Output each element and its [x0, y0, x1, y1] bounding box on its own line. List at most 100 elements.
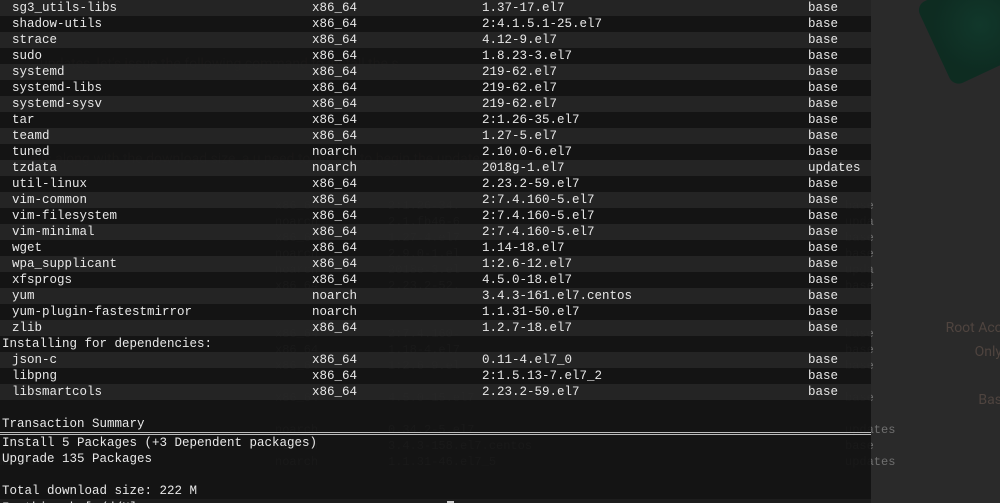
terminal-window: sg3_utils-libsx86_641.37-17.el7base65 k …: [0, 0, 871, 503]
pkg-name: xfsprogs: [2, 272, 312, 288]
package-row: vim-minimalx86_642:7.4.160-5.el7base437 …: [0, 224, 871, 240]
bg-side-2: Only: [975, 344, 1000, 360]
pkg-arch: noarch: [312, 288, 482, 304]
pkg-arch: x86_64: [312, 272, 482, 288]
blank-line: [0, 400, 871, 416]
pkg-version: 1.1.31-50.el7: [482, 304, 808, 320]
pkg-arch: x86_64: [312, 0, 482, 16]
pkg-name: vim-filesystem: [2, 208, 312, 224]
bg-side-3: Bas: [978, 392, 1000, 408]
pkg-arch: x86_64: [312, 240, 482, 256]
pkg-name: yum-plugin-fastestmirror: [2, 304, 312, 320]
pkg-version: 219-62.el7: [482, 96, 808, 112]
package-row: stracex86_644.12-9.el7base459 k: [0, 32, 871, 48]
background-badge: [920, 0, 1000, 80]
pkg-name: util-linux: [2, 176, 312, 192]
pkg-repo: base: [808, 112, 871, 128]
pkg-repo: base: [808, 288, 871, 304]
pkg-arch: x86_64: [312, 384, 482, 400]
pkg-repo: base: [808, 128, 871, 144]
pkg-arch: x86_64: [312, 96, 482, 112]
pkg-arch: x86_64: [312, 112, 482, 128]
package-row: systemdx86_64219-62.el7base5.1 M: [0, 64, 871, 80]
pkg-name: teamd: [2, 128, 312, 144]
summary-install: Install 5 Packages (+3 Dependent package…: [0, 435, 871, 451]
pkg-version: 2:1.5.13-7.el7_2: [482, 368, 808, 384]
pkg-name: shadow-utils: [2, 16, 312, 32]
package-row: teamdx86_641.27-5.el7base112 k: [0, 128, 871, 144]
pkg-name: tar: [2, 112, 312, 128]
confirm-prompt[interactable]: Is this ok [y/d/N]:: [0, 499, 871, 503]
pkg-arch: noarch: [312, 160, 482, 176]
pkg-arch: x86_64: [312, 320, 482, 336]
pkg-repo: base: [808, 368, 871, 384]
pkg-arch: x86_64: [312, 32, 482, 48]
pkg-version: 2:1.26-35.el7: [482, 112, 808, 128]
package-row: json-cx86_640.11-4.el7_0base31 k: [0, 352, 871, 368]
package-row: systemd-libsx86_64219-62.el7base405 k: [0, 80, 871, 96]
pkg-version: 2:4.1.5.1-25.el7: [482, 16, 808, 32]
package-row: yumnoarch3.4.3-161.el7.centosbase1.2 M: [0, 288, 871, 304]
pkg-name: systemd-libs: [2, 80, 312, 96]
pkg-version: 0.11-4.el7_0: [482, 352, 808, 368]
pkg-version: 2:7.4.160-5.el7: [482, 208, 808, 224]
pkg-name: wget: [2, 240, 312, 256]
pkg-repo: updates: [808, 160, 871, 176]
dep-header: Installing for dependencies:: [0, 336, 871, 352]
pkg-name: sudo: [2, 48, 312, 64]
pkg-version: 1.14-18.el7: [482, 240, 808, 256]
pkg-version: 2.23.2-59.el7: [482, 176, 808, 192]
pkg-version: 1.2.7-18.el7: [482, 320, 808, 336]
pkg-version: 2.10.0-6.el7: [482, 144, 808, 160]
blank-line-2: [0, 467, 871, 483]
package-row: tarx86_642:1.26-35.el7base846 k: [0, 112, 871, 128]
pkg-arch: x86_64: [312, 208, 482, 224]
package-row: util-linuxx86_642.23.2-59.el7base2.0 M: [0, 176, 871, 192]
pkg-repo: base: [808, 48, 871, 64]
pkg-repo: base: [808, 304, 871, 320]
pkg-version: 3.4.3-161.el7.centos: [482, 288, 808, 304]
transaction-summary-title: Transaction Summary: [0, 416, 871, 432]
pkg-arch: x86_64: [312, 352, 482, 368]
pkg-repo: base: [808, 320, 871, 336]
pkg-name: zlib: [2, 320, 312, 336]
pkg-name: wpa_supplicant: [2, 256, 312, 272]
pkg-repo: base: [808, 144, 871, 160]
pkg-repo: base: [808, 16, 871, 32]
pkg-name: libsmartcols: [2, 384, 312, 400]
bg-side-1: Root Acc: [946, 320, 1000, 336]
package-row: zlibx86_641.2.7-18.el7base90 k: [0, 320, 871, 336]
pkg-name: vim-minimal: [2, 224, 312, 240]
package-row: libsmartcolsx86_642.23.2-59.el7base140 k: [0, 384, 871, 400]
package-row: systemd-sysvx86_64219-62.el7base83 k: [0, 96, 871, 112]
pkg-name: systemd-sysv: [2, 96, 312, 112]
pkg-version: 1.27-5.el7: [482, 128, 808, 144]
pkg-arch: x86_64: [312, 128, 482, 144]
pkg-name: tuned: [2, 144, 312, 160]
pkg-arch: x86_64: [312, 256, 482, 272]
package-row: libpngx86_642:1.5.13-7.el7_2base213 k: [0, 368, 871, 384]
pkg-arch: x86_64: [312, 16, 482, 32]
pkg-repo: base: [808, 240, 871, 256]
pkg-repo: base: [808, 80, 871, 96]
package-row: vim-filesystemx86_642:7.4.160-5.el7base1…: [0, 208, 871, 224]
package-row: vim-commonx86_642:7.4.160-5.el7base5.9 M: [0, 192, 871, 208]
pkg-arch: x86_64: [312, 368, 482, 384]
pkg-repo: base: [808, 256, 871, 272]
pkg-repo: base: [808, 0, 871, 16]
pkg-name: vim-common: [2, 192, 312, 208]
package-row: shadow-utilsx86_642:4.1.5.1-25.el7base1.…: [0, 16, 871, 32]
pkg-repo: base: [808, 32, 871, 48]
summary-upgrade: Upgrade 135 Packages: [0, 451, 871, 467]
pkg-name: json-c: [2, 352, 312, 368]
pkg-arch: noarch: [312, 304, 482, 320]
pkg-name: libpng: [2, 368, 312, 384]
package-row: yum-plugin-fastestmirrornoarch1.1.31-50.…: [0, 304, 871, 320]
pkg-name: sg3_utils-libs: [2, 0, 312, 16]
pkg-repo: base: [808, 64, 871, 80]
pkg-arch: x86_64: [312, 176, 482, 192]
pkg-repo: base: [808, 272, 871, 288]
pkg-name: yum: [2, 288, 312, 304]
pkg-arch: x86_64: [312, 48, 482, 64]
pkg-repo: base: [808, 192, 871, 208]
